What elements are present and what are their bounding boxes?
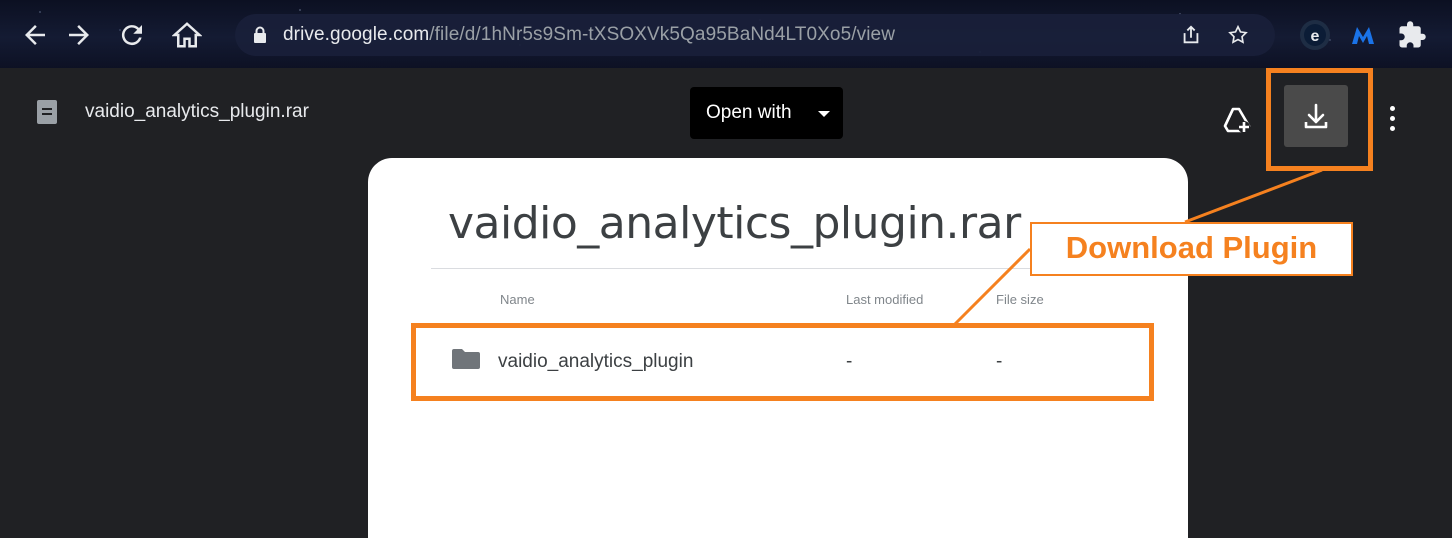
- back-icon[interactable]: [20, 20, 50, 50]
- column-header-file-size: File size: [996, 292, 1044, 307]
- file-title: vaidio_analytics_plugin.rar: [85, 101, 309, 122]
- extension-m-icon[interactable]: [1348, 20, 1378, 50]
- reload-icon[interactable]: [117, 20, 147, 50]
- address-bar[interactable]: drive.google.com/file/d/1hNr5s9Sm-tXSOXV…: [235, 14, 1275, 56]
- extensions-puzzle-icon[interactable]: [1397, 20, 1427, 50]
- download-plugin-callout: Download Plugin: [1030, 222, 1353, 276]
- chevron-down-icon: [818, 111, 830, 117]
- archive-file-icon: [37, 100, 57, 124]
- forward-icon[interactable]: [64, 20, 94, 50]
- url-path: /file/d/1hNr5s9Sm-tXSOXVk5Qa95BaNd4LT0Xo…: [429, 24, 896, 45]
- extension-e-icon[interactable]: e: [1300, 20, 1330, 50]
- column-header-last-modified: Last modified: [846, 292, 924, 307]
- preview-title: vaidio_analytics_plugin.rar: [448, 198, 1021, 249]
- url-domain: drive.google.com: [283, 24, 430, 45]
- more-vert-icon[interactable]: [1381, 104, 1403, 134]
- url-text[interactable]: drive.google.com/file/d/1hNr5s9Sm-tXSOXV…: [283, 24, 895, 46]
- share-icon[interactable]: [1180, 24, 1202, 46]
- folder-row-highlight-box: [411, 323, 1154, 401]
- star-icon[interactable]: [1227, 24, 1249, 46]
- download-highlight-box: [1266, 68, 1373, 171]
- home-icon[interactable]: [171, 20, 203, 50]
- lock-icon[interactable]: [253, 26, 267, 43]
- open-with-button[interactable]: Open with: [690, 87, 843, 139]
- svg-text:e: e: [1311, 28, 1320, 45]
- column-header-name: Name: [500, 292, 535, 307]
- open-with-label: Open with: [706, 102, 792, 123]
- browser-toolbar: drive.google.com/file/d/1hNr5s9Sm-tXSOXV…: [0, 0, 1452, 68]
- add-to-drive-icon[interactable]: [1222, 105, 1252, 135]
